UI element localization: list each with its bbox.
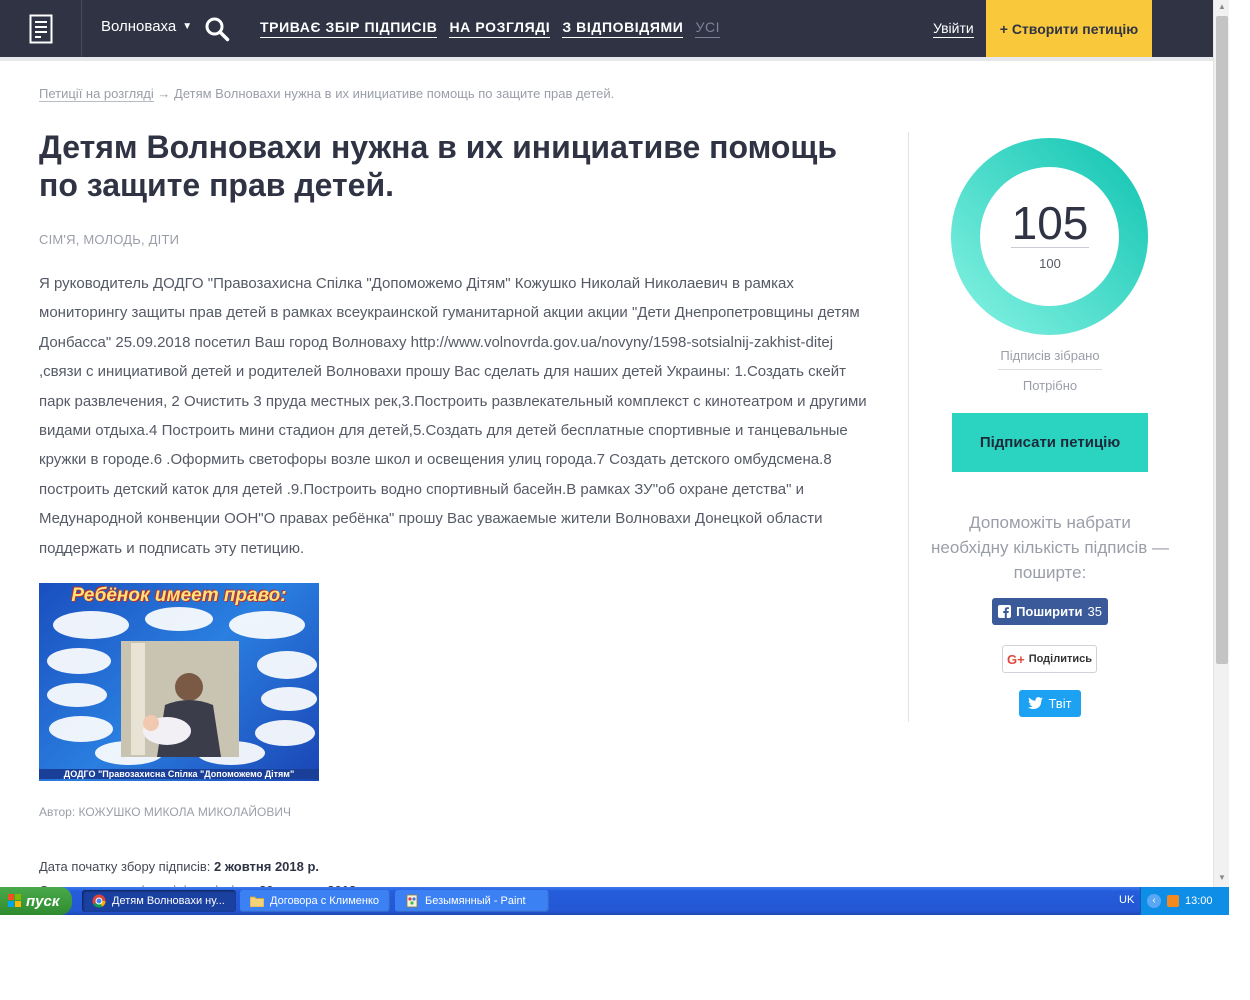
content-divider	[908, 132, 909, 722]
petition-content: Детям Волновахи нужна в их инициативе по…	[39, 128, 871, 903]
scroll-up-icon[interactable]: ▲	[1214, 0, 1230, 14]
chevron-down-icon: ▼	[182, 21, 193, 32]
login-link[interactable]: Увійти	[933, 20, 974, 38]
start-date-label: Дата початку збору підписів:	[39, 859, 211, 875]
tray-arrow-icon[interactable]: ‹	[1147, 894, 1161, 908]
share-help-text: Допоможіть набрати необхідну кількість п…	[931, 513, 1169, 582]
breadcrumb-current: Детям Волновахи нужна в их инициативе по…	[174, 86, 615, 101]
os-taskbar: пуск Детям Волновахи ну... Договора с Кл…	[0, 887, 1229, 915]
city-label: Волноваха	[101, 18, 177, 35]
keyboard-language[interactable]: UK	[1119, 894, 1134, 906]
sign-petition-button[interactable]: Підписати петицію	[952, 413, 1148, 472]
windows-logo-icon	[8, 894, 21, 907]
needed-label: Потрібно	[1022, 378, 1078, 393]
poster-illustration	[47, 607, 317, 766]
clock[interactable]: 13:00	[1185, 895, 1213, 907]
chrome-icon	[92, 894, 106, 908]
signature-count: 105	[1011, 197, 1089, 249]
header-underline	[0, 57, 1213, 61]
taskbar-item-folder[interactable]: Договора с Клименко	[240, 890, 390, 912]
petition-poster-image: Ребёнок имеет право: ДОДГО "Правозахисна…	[39, 583, 319, 782]
twitter-icon	[1028, 697, 1044, 709]
author-label: Автор:	[39, 805, 76, 820]
facebook-share-button[interactable]: Поширити 35	[992, 598, 1108, 625]
logo[interactable]	[0, 0, 82, 57]
scrollbar-thumb[interactable]	[1216, 16, 1228, 664]
facebook-icon	[998, 605, 1012, 618]
count-divider	[1011, 247, 1089, 248]
google-plus-share-button[interactable]: G+ Поділитись	[1002, 645, 1097, 673]
create-petition-button[interactable]: + Створити петицію	[986, 0, 1152, 57]
folder-icon	[250, 896, 264, 907]
google-plus-share-label: Поділитись	[1028, 653, 1093, 665]
facebook-share-label: Поширити	[1016, 604, 1083, 619]
browser-window: Волноваха ▼ ТРИВАЄ ЗБІР ПІДПИСІВ НА РОЗГ…	[0, 0, 1250, 1000]
google-plus-icon: G+	[1006, 651, 1025, 667]
author-name: КОЖУШКО МИКОЛА МИКОЛАЙОВИЧ	[78, 805, 291, 820]
nav-collecting[interactable]: ТРИВАЄ ЗБІР ПІДПИСІВ	[260, 19, 438, 38]
facebook-share-count: 35	[1087, 604, 1102, 619]
petition-body: Я руководитель ДОДГО "Правозахисна Спілк…	[39, 275, 867, 557]
page-title: Детям Волновахи нужна в их инициативе по…	[39, 129, 838, 203]
breadcrumb-link-under-review[interactable]: Петиції на розгляді	[39, 86, 154, 102]
petition-author: Автор: КОЖУШКО МИКОЛА МИКОЛАЙОВИЧ	[39, 805, 871, 819]
system-tray: ‹ 13:00	[1140, 887, 1229, 915]
twitter-share-button[interactable]: Твіт	[1019, 690, 1081, 717]
start-date-row: Дата початку збору підписів: 2 жовтня 20…	[39, 855, 871, 879]
twitter-share-label: Твіт	[1048, 696, 1072, 711]
taskbar-item-browser[interactable]: Детям Волновахи ну...	[82, 890, 236, 912]
collected-label: Підписів зібрано	[1000, 348, 1100, 363]
petition-category[interactable]: СІМ'Я, МОЛОДЬ, ДІТИ	[39, 232, 871, 247]
signature-target: 100	[1039, 256, 1061, 271]
start-date-value: 2 жовтня 2018 р.	[214, 859, 320, 875]
breadcrumb: Петиції на розгляді → Детям Волновахи ну…	[39, 86, 615, 102]
taskbar-item-paint[interactable]: Безымянный - Paint	[395, 890, 549, 912]
scroll-down-icon[interactable]: ▼	[1214, 871, 1230, 885]
start-button[interactable]: пуск	[0, 887, 72, 915]
poster-footer: ДОДГО "Правозахисна Спілка "Допоможемо Д…	[39, 769, 319, 780]
breadcrumb-arrow: →	[157, 86, 171, 101]
nav-answered[interactable]: З ВІДПОВІДЯМИ	[562, 19, 684, 38]
tray-app-icon[interactable]	[1167, 895, 1179, 907]
petition-status-nav: ТРИВАЄ ЗБІР ПІДПИСІВ НА РОЗГЛЯДІ З ВІДПО…	[260, 19, 721, 38]
document-logo-icon	[29, 14, 52, 43]
taskbar-item-label: Детям Волновахи ну...	[112, 895, 225, 907]
nav-all[interactable]: УСІ	[695, 19, 721, 38]
taskbar-item-label: Безымянный - Paint	[425, 895, 526, 907]
start-label: пуск	[26, 892, 60, 910]
label-divider	[998, 369, 1102, 370]
paint-icon	[406, 894, 418, 908]
vertical-scrollbar[interactable]: ▲ ▼	[1213, 0, 1229, 887]
taskbar-item-label: Договора с Клименко	[270, 895, 380, 907]
top-navbar: Волноваха ▼ ТРИВАЄ ЗБІР ПІДПИСІВ НА РОЗГ…	[0, 0, 1213, 57]
city-selector[interactable]: Волноваха ▼	[101, 18, 192, 35]
nav-under-review[interactable]: НА РОЗГЛЯДІ	[449, 19, 551, 38]
search-icon[interactable]	[204, 16, 230, 42]
